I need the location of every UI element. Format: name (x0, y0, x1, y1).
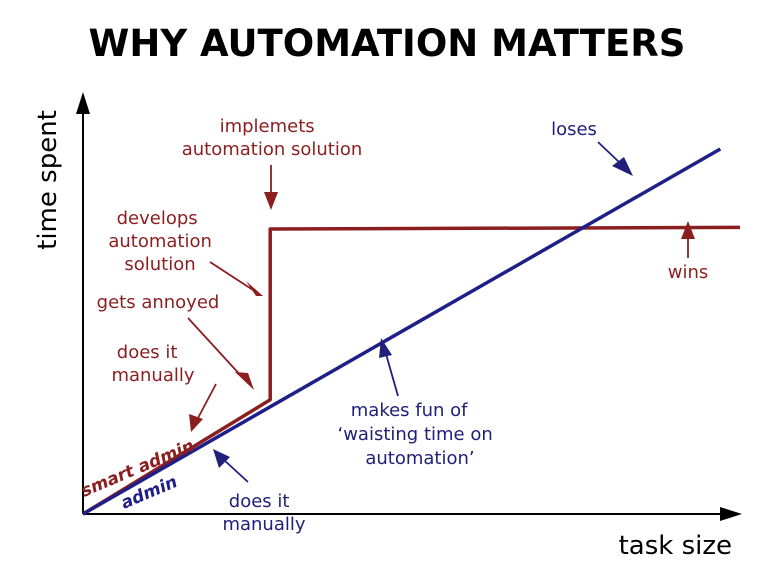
x-axis-arrowhead (720, 507, 742, 521)
annotation-implements-line: implemets (220, 116, 315, 137)
annotation-implements: implemets automation solution (182, 116, 363, 160)
annotation-makes-fun: makes fun of ‘waisting time on automatio… (337, 400, 498, 469)
arrow-does-it-manually-admin-head (213, 449, 230, 468)
annotation-loses: loses (551, 119, 597, 140)
x-axis-label: task size (619, 531, 732, 561)
arrow-does-it-manually-smart (197, 383, 217, 419)
arrow-loses (597, 141, 621, 164)
annotation-does-it-manually-smart: does it manually (111, 342, 194, 386)
arrow-does-it-manually-admin (223, 459, 249, 483)
annotation-implements-line: automation solution (182, 139, 363, 160)
annotation-wins-line: wins (668, 262, 709, 283)
arrow-implements-head (264, 192, 278, 210)
annotation-makes-fun-line: ‘waisting time on (337, 424, 492, 445)
y-axis-label: time spent (33, 110, 63, 250)
chart-title: WHY AUTOMATION MATTERS (89, 22, 686, 65)
arrow-gets-annoyed (187, 317, 244, 379)
arrow-develops-head (246, 281, 263, 296)
arrow-does-it-manually-smart-head (189, 414, 203, 432)
annotation-does-it-manually-smart-line: manually (111, 365, 194, 386)
annotation-wins: wins (668, 262, 709, 283)
annotation-develops-line: solution (124, 254, 195, 275)
arrow-loses-head (612, 157, 633, 176)
annotation-makes-fun-line: automation’ (365, 448, 474, 469)
automation-chart: WHY AUTOMATION MATTERS time spent task s… (33, 22, 742, 561)
annotation-loses-line: loses (551, 119, 597, 140)
annotation-gets-annoyed: gets annoyed (97, 292, 220, 313)
arrow-gets-annoyed-head (235, 372, 254, 390)
annotation-does-it-manually-admin-line: manually (222, 514, 305, 535)
annotation-develops-line: develops (117, 208, 198, 229)
annotation-gets-annoyed-line: gets annoyed (97, 292, 220, 313)
annotation-does-it-manually-admin-line: does it (229, 491, 290, 512)
annotation-does-it-manually-smart-line: does it (117, 342, 178, 363)
annotation-develops-line: automation (108, 231, 212, 252)
annotation-makes-fun-line: makes fun of (351, 400, 468, 421)
arrow-makes-fun (385, 353, 399, 397)
annotation-develops: develops automation solution (108, 208, 217, 275)
arrow-wins-head (681, 221, 695, 239)
y-axis-arrowhead (76, 92, 90, 114)
arrow-develops (209, 261, 254, 291)
